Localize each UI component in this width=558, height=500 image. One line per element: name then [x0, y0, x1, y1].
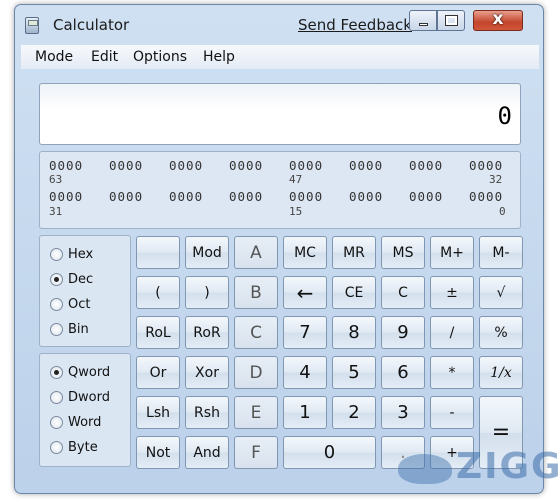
title-bar: Calculator Send Feedback x — [15, 5, 543, 45]
percent-button[interactable]: % — [479, 316, 523, 349]
bit-position-label: 63 — [49, 173, 63, 186]
m-plus-button[interactable]: M+ — [430, 236, 474, 269]
minimize-icon — [419, 23, 428, 26]
sqrt-button[interactable]: √ — [479, 276, 523, 309]
divide-button[interactable]: / — [430, 316, 474, 349]
blank-button[interactable] — [136, 236, 180, 269]
radio-circle — [50, 391, 63, 404]
hex-f-button[interactable]: F — [234, 436, 278, 469]
bit-group: 0000 — [409, 189, 444, 204]
bit-group: 0000 — [289, 158, 324, 173]
bit-position-label: 32 — [489, 173, 503, 186]
word-size-panel: Qword Dword Word Byte — [39, 353, 131, 467]
bit-group: 0000 — [49, 158, 84, 173]
bit-position-label: 47 — [289, 173, 303, 186]
bit-position-label: 0 — [499, 205, 506, 218]
bit-group: 0000 — [349, 189, 384, 204]
watermark-text: ZIGG — [456, 446, 558, 487]
hex-d-button[interactable]: D — [234, 356, 278, 389]
close-button[interactable]: x — [473, 9, 523, 31]
watermark-logo: ZIGG — [398, 446, 558, 488]
digit-6-button[interactable]: 6 — [381, 356, 425, 389]
digit-1-button[interactable]: 1 — [283, 396, 327, 429]
menu-bar: Mode Edit Options Help — [21, 45, 539, 69]
close-paren-button[interactable]: ) — [185, 276, 229, 309]
bit-display: 0000 0000 0000 0000 0000 0000 0000 0000 … — [39, 151, 521, 229]
minimize-button[interactable] — [409, 10, 437, 31]
maximize-button[interactable] — [437, 10, 465, 31]
bit-position-label: 15 — [289, 205, 303, 218]
digit-0-button[interactable]: 0 — [283, 436, 376, 469]
mc-button[interactable]: MC — [283, 236, 327, 269]
bit-group: 0000 — [169, 189, 204, 204]
radio-circle — [50, 248, 63, 261]
calculator-window: Calculator Send Feedback x Mode Edit Opt… — [14, 4, 544, 494]
hex-e-button[interactable]: E — [234, 396, 278, 429]
menu-help[interactable]: Help — [203, 49, 235, 65]
display-value: 0 — [497, 102, 512, 130]
clear-button[interactable]: C — [381, 276, 425, 309]
digit-9-button[interactable]: 9 — [381, 316, 425, 349]
whale-icon — [398, 454, 452, 484]
lsh-button[interactable]: Lsh — [136, 396, 180, 429]
radio-circle-selected — [50, 366, 63, 379]
display: 0 — [39, 83, 521, 145]
digit-3-button[interactable]: 3 — [381, 396, 425, 429]
menu-options[interactable]: Options — [133, 49, 187, 65]
m-minus-button[interactable]: M- — [479, 236, 523, 269]
open-paren-button[interactable]: ( — [136, 276, 180, 309]
bit-group: 0000 — [409, 158, 444, 173]
bit-group: 0000 — [289, 189, 324, 204]
hex-b-button[interactable]: B — [234, 276, 278, 309]
radio-circle — [50, 298, 63, 311]
ce-button[interactable]: CE — [332, 276, 376, 309]
radio-circle — [50, 416, 63, 429]
bit-group: 0000 — [469, 158, 504, 173]
menu-edit[interactable]: Edit — [91, 49, 118, 65]
mr-button[interactable]: MR — [332, 236, 376, 269]
xor-button[interactable]: Xor — [185, 356, 229, 389]
base-panel: Hex Dec Oct Bin — [39, 235, 131, 347]
and-button[interactable]: And — [185, 436, 229, 469]
or-button[interactable]: Or — [136, 356, 180, 389]
digit-8-button[interactable]: 8 — [332, 316, 376, 349]
radio-circle — [50, 323, 63, 336]
rol-button[interactable]: RoL — [136, 316, 180, 349]
calculator-icon — [25, 17, 39, 34]
bit-group: 0000 — [349, 158, 384, 173]
hex-c-button[interactable]: C — [234, 316, 278, 349]
ror-button[interactable]: RoR — [185, 316, 229, 349]
maximize-icon — [445, 15, 458, 26]
close-icon: x — [492, 9, 504, 29]
subtract-button[interactable]: - — [430, 396, 474, 429]
mod-button[interactable]: Mod — [185, 236, 229, 269]
bit-group: 0000 — [229, 158, 264, 173]
ms-button[interactable]: MS — [381, 236, 425, 269]
bit-group: 0000 — [109, 158, 144, 173]
radio-circle — [50, 441, 63, 454]
reciprocal-button[interactable]: 1/x — [479, 356, 523, 389]
multiply-button[interactable]: * — [430, 356, 474, 389]
bit-position-label: 31 — [49, 205, 63, 218]
bit-group: 0000 — [169, 158, 204, 173]
backspace-button[interactable]: ← — [283, 276, 327, 309]
window-title: Calculator — [53, 16, 130, 34]
hex-a-button[interactable]: A — [234, 236, 278, 269]
bit-group: 0000 — [229, 189, 264, 204]
bit-group: 0000 — [49, 189, 84, 204]
send-feedback-link[interactable]: Send Feedback — [298, 16, 412, 34]
radio-circle-selected — [50, 273, 63, 286]
digit-5-button[interactable]: 5 — [332, 356, 376, 389]
not-button[interactable]: Not — [136, 436, 180, 469]
digit-4-button[interactable]: 4 — [283, 356, 327, 389]
digit-7-button[interactable]: 7 — [283, 316, 327, 349]
digit-2-button[interactable]: 2 — [332, 396, 376, 429]
bit-group: 0000 — [469, 189, 504, 204]
bit-group: 0000 — [109, 189, 144, 204]
menu-mode[interactable]: Mode — [35, 49, 73, 65]
plus-minus-button[interactable]: ± — [430, 276, 474, 309]
rsh-button[interactable]: Rsh — [185, 396, 229, 429]
